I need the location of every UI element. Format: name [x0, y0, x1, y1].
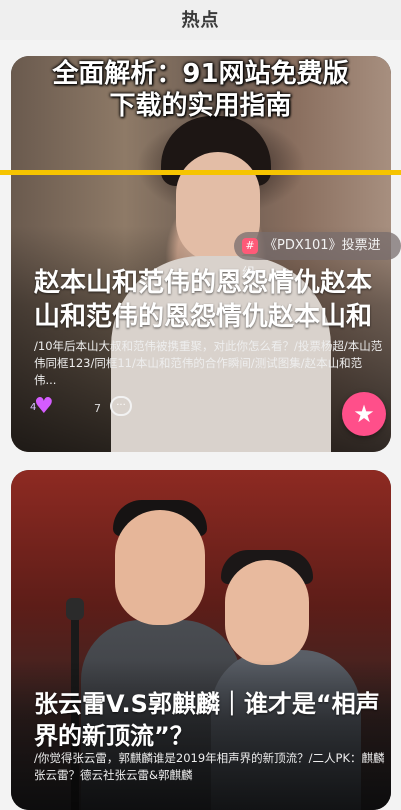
card-1-description: /10年后本山大叔和范伟被携重聚，对此你怎么看？/投票杨超/本山范伟同框123/…	[34, 339, 383, 387]
header-title: 热点	[181, 10, 220, 31]
star-icon: ★	[353, 400, 375, 428]
comment-bubble-icon[interactable]: ···	[110, 396, 132, 416]
comment-count: 7	[94, 402, 101, 415]
card-1-actions: 4 ♥ 7 ···	[30, 392, 374, 422]
finger-heart-icon[interactable]: ♥	[34, 394, 60, 420]
headline-banner: 全面解析：91网站免费版 下载的实用指南	[0, 58, 401, 122]
card-1-title[interactable]: 赵本山和范伟的恩怨情仇赵本山和范伟的恩怨情仇赵本山和	[34, 266, 384, 334]
headline-line-1: 全面解析：91网站免费版	[52, 59, 349, 89]
headline-divider	[0, 170, 401, 175]
card-2-description: /你觉得张云雷，郭麒麟谁是2019年相声界的新顶流？/二人PK：麒麟张云雷？德云…	[34, 751, 385, 782]
card-2-title[interactable]: 张云雷V.S郭麒麟｜谁才是“相声界的新顶流”？	[34, 688, 394, 752]
topic-tag[interactable]: # 《PDX101》投票进组	[234, 232, 401, 281]
favorite-star-button[interactable]: ★	[342, 392, 386, 436]
top-header: 热点	[0, 0, 401, 40]
hash-icon: #	[242, 237, 258, 254]
headline-line-2: 下载的实用指南	[109, 91, 292, 121]
